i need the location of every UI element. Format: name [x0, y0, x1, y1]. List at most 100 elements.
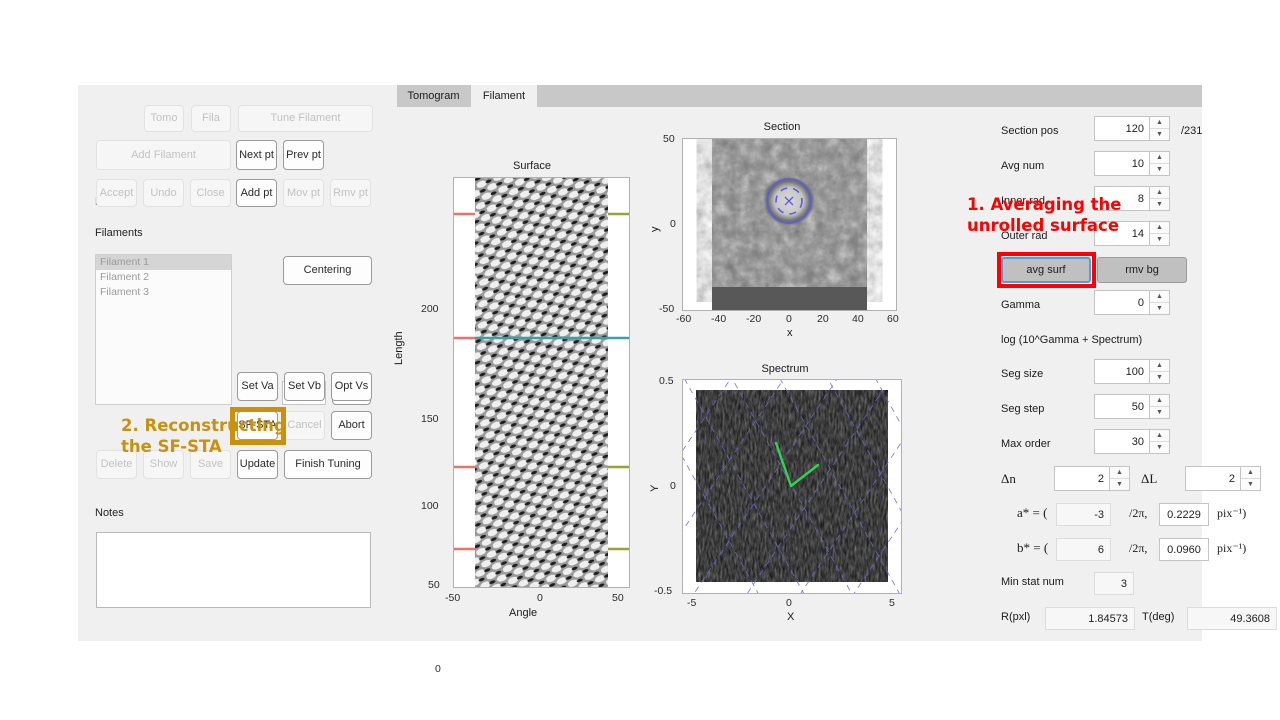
section-xtick-neg20: -20 [746, 313, 762, 325]
chevron-up-icon[interactable]: ▲ [1150, 395, 1169, 407]
avg-num-value[interactable]: 10 [1095, 152, 1149, 175]
b-star-freq-input[interactable]: 0.0960 [1159, 538, 1209, 561]
rmv-pt-button[interactable]: Rmv pt [330, 179, 371, 207]
undo-button[interactable]: Undo [143, 179, 184, 207]
abort-button[interactable]: Abort [331, 411, 372, 440]
b-star-label: b* = ( [1017, 540, 1049, 555]
seg-size-arrows[interactable]: ▲ ▼ [1149, 360, 1169, 383]
a-star-label: a* = ( [1017, 505, 1048, 520]
spectrum-xtick-0: 0 [786, 597, 792, 609]
chevron-down-icon[interactable]: ▼ [1110, 479, 1129, 490]
chevron-down-icon[interactable]: ▼ [1241, 479, 1260, 490]
right-panel: Tomogram Filament Surface 200 150 100 50… [393, 85, 1277, 675]
set-va-button-real[interactable]: Set Va [237, 372, 278, 401]
tab-filament[interactable]: Filament [471, 85, 537, 107]
rmv-bg-button[interactable]: rmv bg [1097, 257, 1187, 283]
r-pxl-value: 1.84573 [1045, 607, 1135, 630]
tab-strip: Tomogram Filament [397, 85, 1202, 107]
tab-tomogram[interactable]: Tomogram [397, 85, 470, 107]
seg-step-spinner[interactable]: 50 ▲ ▼ [1094, 394, 1170, 419]
surface-ytick-50: 50 [428, 579, 440, 591]
delta-n-arrows[interactable]: ▲ ▼ [1109, 467, 1129, 490]
gamma-formula-note: log (10^Gamma + Spectrum) [1001, 334, 1143, 346]
a-star-index-input[interactable]: -3 [1056, 503, 1111, 526]
t-deg-label: T(deg) [1142, 611, 1175, 623]
delta-l-value[interactable]: 2 [1186, 467, 1240, 490]
section-pos-arrows[interactable]: ▲ ▼ [1149, 117, 1169, 140]
max-order-arrows[interactable]: ▲ ▼ [1149, 430, 1169, 453]
spectrum-ytick-05: 0.5 [659, 375, 674, 387]
gamma-value[interactable]: 0 [1095, 291, 1149, 314]
chevron-down-icon[interactable]: ▼ [1150, 442, 1169, 453]
list-item[interactable]: Filament 3 [96, 285, 231, 300]
add-pt-button[interactable]: Add pt [236, 179, 277, 207]
delta-n-value[interactable]: 2 [1055, 467, 1109, 490]
chevron-down-icon[interactable]: ▼ [1150, 407, 1169, 418]
list-item[interactable]: Filament 2 [96, 270, 231, 285]
chevron-up-icon[interactable]: ▲ [1150, 117, 1169, 129]
chevron-down-icon[interactable]: ▼ [1150, 372, 1169, 383]
notes-textarea[interactable] [96, 532, 371, 608]
chevron-up-icon[interactable]: ▲ [1241, 467, 1260, 479]
max-order-spinner[interactable]: 30 ▲ ▼ [1094, 429, 1170, 454]
min-stat-num-input[interactable]: 3 [1094, 572, 1134, 595]
avg-num-arrows[interactable]: ▲ ▼ [1149, 152, 1169, 175]
delta-l-spinner[interactable]: 2 ▲ ▼ [1185, 466, 1261, 491]
spectrum-ytick-neg05: -0.5 [654, 585, 673, 597]
seg-size-value[interactable]: 100 [1095, 360, 1149, 383]
annotation-1-line1: 1. Averaging the [967, 195, 1122, 214]
seg-step-value[interactable]: 50 [1095, 395, 1149, 418]
seg-step-arrows[interactable]: ▲ ▼ [1149, 395, 1169, 418]
prev-pt-button[interactable]: Prev pt [283, 140, 324, 170]
annotation-1-text: 1. Averaging the unrolled surface [967, 194, 1157, 236]
seg-size-spinner[interactable]: 100 ▲ ▼ [1094, 359, 1170, 384]
tab-content-filament: Surface 200 150 100 50 0 -50 0 50 Angle … [393, 107, 1277, 675]
chevron-up-icon[interactable]: ▲ [1110, 467, 1129, 479]
add-filament-button[interactable]: Add Filament [96, 140, 231, 170]
section-heatmap-image [683, 139, 896, 310]
a-star-freq-input[interactable]: 0.2229 [1159, 503, 1209, 526]
min-stat-num-label: Min stat num [1001, 576, 1064, 588]
annotation-1-line2: unrolled surface [967, 216, 1120, 236]
avg-num-spinner[interactable]: 10 ▲ ▼ [1094, 151, 1170, 176]
chevron-up-icon[interactable]: ▲ [1150, 152, 1169, 164]
close-button[interactable]: Close [190, 179, 231, 207]
delta-n-spinner[interactable]: 2 ▲ ▼ [1054, 466, 1130, 491]
annotation-2-line2: the SF-STA [121, 437, 222, 457]
load-fila-button[interactable]: Fila [191, 105, 231, 132]
chevron-down-icon[interactable]: ▼ [1150, 303, 1169, 314]
mov-pt-button[interactable]: Mov pt [283, 179, 324, 207]
opt-vs-button[interactable]: Opt Vs [331, 372, 372, 401]
section-xtick-neg40: -40 [711, 313, 727, 325]
gamma-spinner[interactable]: 0 ▲ ▼ [1094, 290, 1170, 315]
surface-ylabel: Length [393, 331, 405, 365]
load-tomo-button[interactable]: Tomo [144, 105, 184, 132]
gamma-arrows[interactable]: ▲ ▼ [1149, 291, 1169, 314]
avg-num-label: Avg num [1001, 160, 1045, 172]
chevron-down-icon[interactable]: ▼ [1150, 129, 1169, 140]
chevron-up-icon[interactable]: ▲ [1150, 291, 1169, 303]
section-pos-value[interactable]: 120 [1095, 117, 1149, 140]
section-xtick-neg60: -60 [676, 313, 692, 325]
section-xtick-0: 0 [786, 313, 792, 325]
chevron-down-icon[interactable]: ▼ [1150, 164, 1169, 175]
tune-filament-button[interactable]: Tune Filament [238, 105, 373, 132]
set-vb-button[interactable]: Set Vb [284, 372, 325, 401]
next-pt-button[interactable]: Next pt [236, 140, 277, 170]
filaments-listbox[interactable]: Filament 1 Filament 2 Filament 3 [95, 254, 232, 405]
section-pos-spinner[interactable]: 120 ▲ ▼ [1094, 116, 1170, 141]
max-order-value[interactable]: 30 [1095, 430, 1149, 453]
left-control-panel: Load: Tomo Fila Tune Filament Add Filame… [78, 85, 396, 641]
section-plot-axes [682, 138, 897, 311]
chevron-up-icon[interactable]: ▲ [1150, 430, 1169, 442]
chevron-up-icon[interactable]: ▲ [1150, 360, 1169, 372]
list-item[interactable]: Filament 1 [96, 255, 231, 270]
centering-button[interactable]: Centering [283, 256, 372, 285]
delta-l-arrows[interactable]: ▲ ▼ [1240, 467, 1260, 490]
accept-button[interactable]: Accept [96, 179, 137, 207]
spectrum-xlabel: X [787, 611, 795, 623]
gamma-label: Gamma [1001, 299, 1041, 311]
b-star-index-input[interactable]: 6 [1056, 538, 1111, 561]
section-pos-total: /231 [1181, 125, 1203, 137]
r-pxl-label: R(pxl) [1001, 611, 1031, 623]
